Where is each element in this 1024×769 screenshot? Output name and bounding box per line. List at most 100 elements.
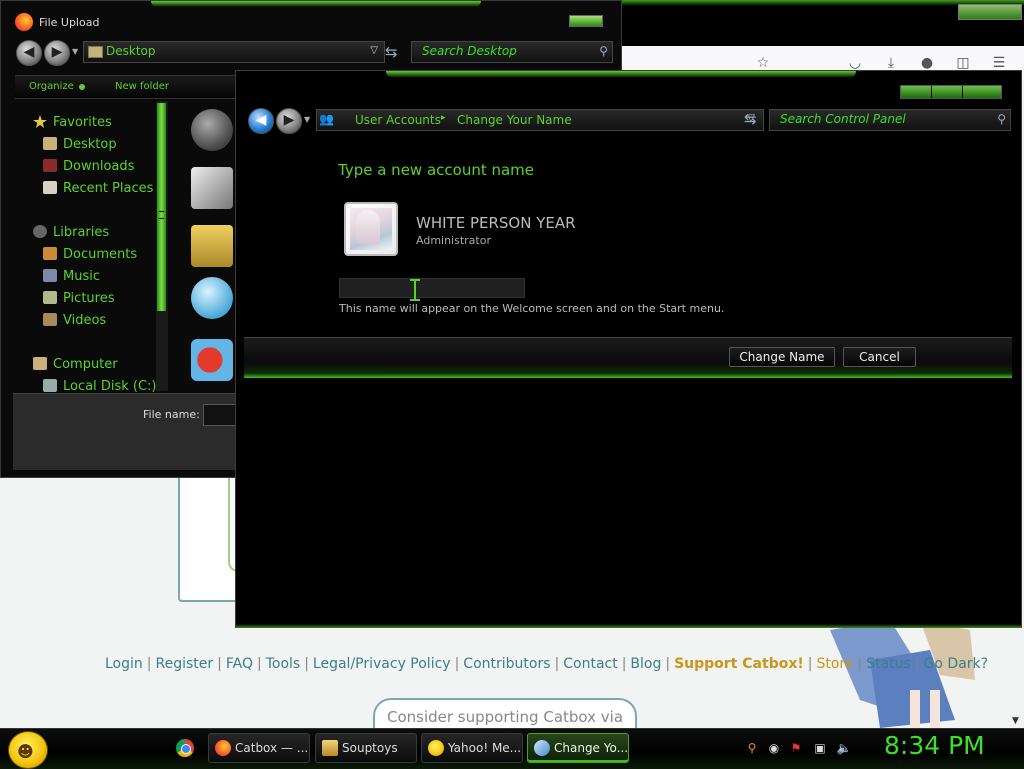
search-input[interactable]: Search Control Panel ⚲ bbox=[769, 109, 1011, 131]
souptoys-icon bbox=[322, 740, 338, 756]
page-title: Type a new account name bbox=[338, 161, 535, 179]
nav-item-local-disk[interactable]: Local Disk (C:) bbox=[43, 379, 156, 394]
file-name-input[interactable] bbox=[203, 404, 238, 426]
recent-pages-chevron-icon[interactable]: ▼ bbox=[72, 47, 78, 56]
network-file-icon[interactable] bbox=[191, 277, 233, 319]
footer-link-status[interactable]: Status bbox=[866, 656, 911, 672]
new-name-input[interactable] bbox=[339, 278, 525, 298]
nav-label: Computer bbox=[53, 357, 118, 372]
footer-link-contributors[interactable]: Contributors bbox=[463, 656, 550, 672]
avatar-figure bbox=[356, 210, 380, 244]
nav-item-desktop[interactable]: Desktop bbox=[43, 137, 117, 152]
recent-pages-chevron-icon[interactable]: ▼ bbox=[304, 115, 310, 124]
organize-button[interactable]: Organize bbox=[29, 81, 74, 92]
footer-link-legal[interactable]: Legal/Privacy Policy bbox=[313, 656, 451, 672]
taskbar-clock[interactable]: 8:34 PM bbox=[884, 731, 985, 760]
computer-icon bbox=[33, 357, 47, 370]
close-button[interactable] bbox=[963, 86, 1000, 98]
nav-item-libraries[interactable]: Libraries bbox=[33, 225, 109, 240]
nav-item-recent-places[interactable]: Recent Places bbox=[43, 181, 153, 196]
action-bar: Change Name Cancel bbox=[244, 337, 1012, 378]
angry-birds-icon[interactable] bbox=[191, 339, 233, 381]
forward-button[interactable]: ▶ bbox=[44, 40, 70, 66]
footer-link-contact[interactable]: Contact bbox=[563, 656, 617, 672]
user-file-icon[interactable] bbox=[191, 225, 233, 267]
address-text: Desktop bbox=[106, 44, 156, 58]
volume-icon[interactable]: 🔈 bbox=[836, 740, 852, 756]
footer-link-register[interactable]: Register bbox=[156, 656, 214, 672]
file-list bbox=[187, 101, 237, 391]
nav-item-pictures[interactable]: Pictures bbox=[43, 291, 114, 306]
footer-link-blog[interactable]: Blog bbox=[630, 656, 661, 672]
change-name-button[interactable]: Change Name bbox=[729, 347, 835, 367]
chevron-down-icon[interactable]: ▽ bbox=[370, 45, 378, 56]
breadcrumb-change-your-name[interactable]: Change Your Name bbox=[457, 113, 572, 127]
search-placeholder: Search Desktop bbox=[422, 44, 517, 58]
folder-icon bbox=[88, 46, 103, 58]
scrollbar-thumb[interactable] bbox=[157, 103, 166, 311]
nav-label: Favorites bbox=[53, 115, 112, 130]
taskbar-item-souptoys[interactable]: Souptoys bbox=[315, 733, 417, 763]
minimize-button[interactable] bbox=[901, 86, 932, 98]
cancel-button[interactable]: Cancel bbox=[843, 347, 916, 367]
footer-link-faq[interactable]: FAQ bbox=[226, 656, 253, 672]
search-tray-icon[interactable]: ⚲ bbox=[744, 740, 760, 756]
refresh-icon[interactable]: ⇆ bbox=[744, 110, 757, 128]
messenger-tray-icon[interactable]: ◉ bbox=[766, 740, 782, 756]
nav-item-favorites[interactable]: Favorites bbox=[33, 115, 112, 130]
user-name: WHITE PERSON YEAR bbox=[416, 214, 576, 232]
document-file-icon[interactable] bbox=[191, 167, 233, 209]
bottom-glow bbox=[236, 624, 1021, 628]
taskbar-item-catbox[interactable]: Catbox — ... bbox=[208, 733, 310, 763]
footer-link-go-dark[interactable]: Go Dark? bbox=[924, 656, 989, 672]
search-icon[interactable]: ⚲ bbox=[997, 112, 1006, 126]
footer-link-support[interactable]: Support Catbox! bbox=[674, 656, 804, 672]
new-folder-button[interactable]: New folder bbox=[115, 81, 169, 92]
user-accounts-icon bbox=[534, 740, 550, 756]
nav-item-documents[interactable]: Documents bbox=[43, 247, 137, 262]
command-bar: Organize New folder bbox=[15, 75, 237, 99]
window-controls[interactable] bbox=[900, 85, 1002, 99]
back-button[interactable]: ◀ bbox=[248, 108, 274, 134]
browser-title-bar bbox=[620, 0, 1024, 46]
nav-label: Recent Places bbox=[63, 181, 154, 196]
footer-link-tools[interactable]: Tools bbox=[266, 656, 301, 672]
scrollbar-grip bbox=[159, 211, 164, 219]
back-button[interactable]: ◀ bbox=[16, 40, 42, 66]
recent-places-icon bbox=[43, 181, 57, 194]
taskbar-item-label: Yahoo! Me... bbox=[448, 741, 522, 755]
search-placeholder: Search Control Panel bbox=[780, 112, 906, 126]
taskbar-item-change-name[interactable]: Change Yo... bbox=[527, 733, 629, 763]
moon-file-icon[interactable] bbox=[191, 109, 233, 151]
file-name-label: File name: bbox=[143, 408, 200, 421]
chrome-pinned-icon[interactable] bbox=[176, 739, 194, 757]
browser-window-controls[interactable] bbox=[958, 4, 1022, 20]
address-bar[interactable]: Desktop ▽ bbox=[83, 41, 385, 63]
nav-label: Music bbox=[63, 269, 100, 284]
refresh-icon[interactable]: ⇆ bbox=[385, 43, 398, 61]
pictures-icon bbox=[43, 291, 57, 304]
navigation-scrollbar[interactable] bbox=[156, 101, 168, 391]
network-icon[interactable]: ▣ bbox=[812, 740, 828, 756]
nav-item-computer[interactable]: Computer bbox=[33, 357, 118, 372]
start-button[interactable]: ☻ bbox=[8, 731, 48, 769]
smiley-icon: ☻ bbox=[17, 742, 34, 761]
breadcrumb-user-accounts[interactable]: User Accounts bbox=[355, 113, 441, 127]
footer-link-store[interactable]: Store bbox=[816, 656, 853, 672]
breadcrumb-separator-icon[interactable]: ▸ bbox=[441, 113, 446, 123]
scroll-down-arrow-icon[interactable]: ▼ bbox=[1012, 716, 1022, 726]
taskbar-item-yahoo[interactable]: Yahoo! Me... bbox=[421, 733, 523, 763]
nav-item-music[interactable]: Music bbox=[43, 269, 100, 284]
nav-item-videos[interactable]: Videos bbox=[43, 313, 106, 328]
search-input[interactable]: Search Desktop ⚲ bbox=[411, 41, 613, 63]
forward-button[interactable]: ▶ bbox=[276, 108, 302, 134]
maximize-button[interactable] bbox=[932, 86, 963, 98]
footer-link-login[interactable]: Login bbox=[105, 656, 143, 672]
yahoo-messenger-icon bbox=[428, 740, 444, 756]
search-icon[interactable]: ⚲ bbox=[599, 44, 608, 58]
action-center-flag-icon[interactable]: ⚑ bbox=[788, 740, 804, 756]
address-bar[interactable]: 👥 User Accounts ▸ Change Your Name ▽ bbox=[316, 109, 764, 131]
window-controls[interactable] bbox=[569, 15, 603, 27]
nav-item-downloads[interactable]: Downloads bbox=[43, 159, 134, 174]
title-glow bbox=[151, 1, 481, 7]
